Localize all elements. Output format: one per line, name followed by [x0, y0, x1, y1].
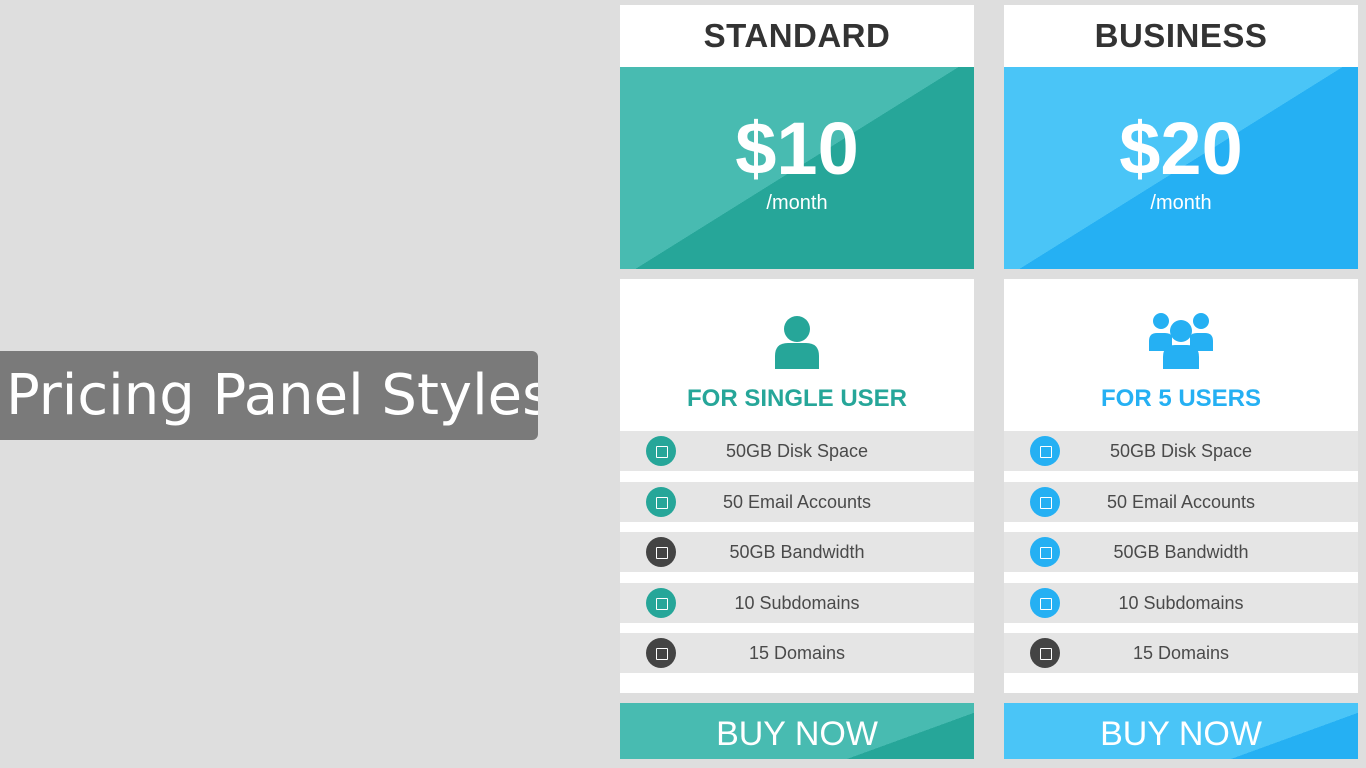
- plan-name: STANDARD: [620, 5, 974, 67]
- feature-item: 50GB Bandwidth: [620, 532, 974, 573]
- checkbox-icon: [1030, 436, 1060, 466]
- buy-now-button[interactable]: BUY NOW: [620, 703, 974, 760]
- plan-name: BUSINESS: [1004, 5, 1358, 67]
- feature-item: 15 Domains: [1004, 633, 1358, 674]
- feature-item: 50GB Disk Space: [1004, 431, 1358, 471]
- feature-list: 50GB Disk Space 50 Email Accounts 50GB B…: [1004, 431, 1358, 694]
- feature-label: 10 Subdomains: [1118, 592, 1244, 613]
- feature-label: 50 Email Accounts: [722, 491, 872, 512]
- checkbox-icon: [1030, 537, 1060, 568]
- single-user-icon: [620, 309, 974, 371]
- feature-label: 50GB Bandwidth: [1113, 542, 1249, 563]
- price-box: $10 /month: [620, 67, 974, 269]
- price-amount: $10: [735, 107, 859, 190]
- price-box: $20 /month: [1004, 67, 1358, 269]
- buy-now-button[interactable]: BUY NOW: [1004, 703, 1358, 760]
- audience-label: FOR SINGLE USER: [686, 385, 908, 412]
- pricing-panel-business: BUSINESS $20 /month FOR 5 USERS 50GB Dis…: [1004, 5, 1358, 760]
- feature-label: 50GB Disk Space: [725, 441, 869, 461]
- checkbox-icon: [1030, 486, 1060, 517]
- group-users-icon: [1004, 309, 1358, 371]
- feature-label: 15 Domains: [1132, 643, 1230, 664]
- feature-list: 50GB Disk Space 50 Email Accounts 50GB B…: [620, 431, 974, 694]
- checkbox-icon: [646, 587, 676, 618]
- price-amount: $20: [1119, 107, 1243, 190]
- feature-item: 50 Email Accounts: [1004, 481, 1358, 522]
- feature-item: 50GB Disk Space: [620, 431, 974, 471]
- feature-item: 10 Subdomains: [620, 582, 974, 623]
- checkbox-icon: [646, 436, 676, 466]
- checkbox-icon: [1030, 587, 1060, 618]
- feature-label: 50 Email Accounts: [1106, 491, 1256, 512]
- page: Pricing Panel Styles STANDARD $10 /month…: [0, 0, 1366, 768]
- checkbox-icon: [1030, 638, 1060, 669]
- pricing-panel-standard: STANDARD $10 /month FOR SINGLE USER 50GB…: [620, 5, 974, 760]
- feature-label: 50GB Disk Space: [1109, 441, 1253, 461]
- checkbox-icon: [646, 537, 676, 568]
- feature-item: 15 Domains: [620, 633, 974, 674]
- audience-box: FOR 5 USERS: [1004, 279, 1358, 431]
- feature-item: 10 Subdomains: [1004, 582, 1358, 623]
- checkbox-icon: [646, 486, 676, 517]
- feature-item: 50GB Bandwidth: [1004, 532, 1358, 573]
- audience-label: FOR 5 USERS: [1100, 385, 1262, 412]
- price-period: /month: [766, 192, 828, 214]
- feature-label: 50GB Bandwidth: [729, 542, 865, 563]
- page-title: Pricing Panel Styles: [0, 351, 538, 440]
- audience-box: FOR SINGLE USER: [620, 279, 974, 431]
- feature-label: 15 Domains: [748, 643, 846, 664]
- feature-label: 10 Subdomains: [734, 592, 860, 613]
- checkbox-icon: [646, 638, 676, 669]
- feature-item: 50 Email Accounts: [620, 481, 974, 522]
- price-period: /month: [1150, 192, 1212, 214]
